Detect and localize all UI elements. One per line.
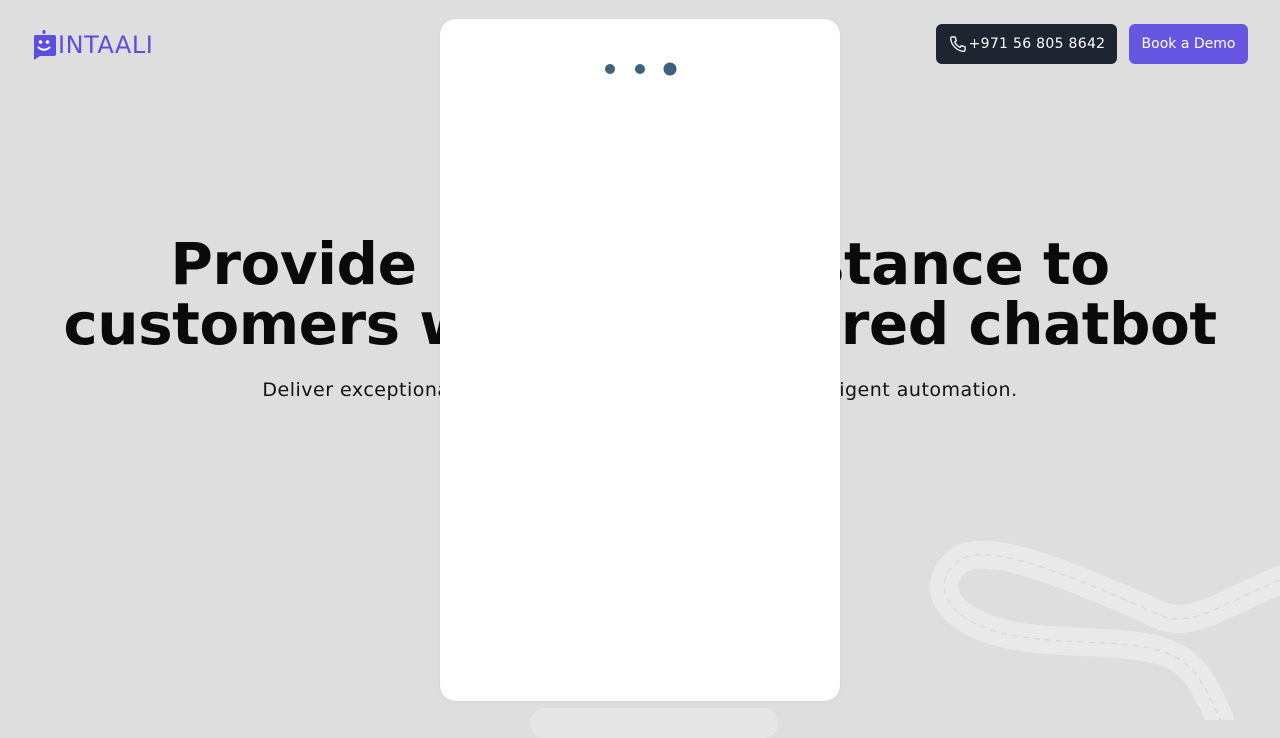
chat-launcher-tab[interactable]	[530, 708, 778, 738]
brand-logo[interactable]: INTAALI	[32, 29, 153, 61]
call-phone-button[interactable]: +971 56 805 8642	[936, 24, 1117, 64]
decorative-swirl	[930, 540, 1280, 720]
chat-widget-panel[interactable]	[440, 19, 840, 701]
robot-chat-icon	[34, 30, 56, 60]
brand-name: INTAALI	[58, 31, 154, 59]
book-demo-button[interactable]: Book a Demo	[1129, 24, 1248, 64]
typing-dots-icon	[605, 62, 677, 76]
phone-number-label: +971 56 805 8642	[968, 36, 1106, 52]
phone-icon	[949, 36, 966, 53]
